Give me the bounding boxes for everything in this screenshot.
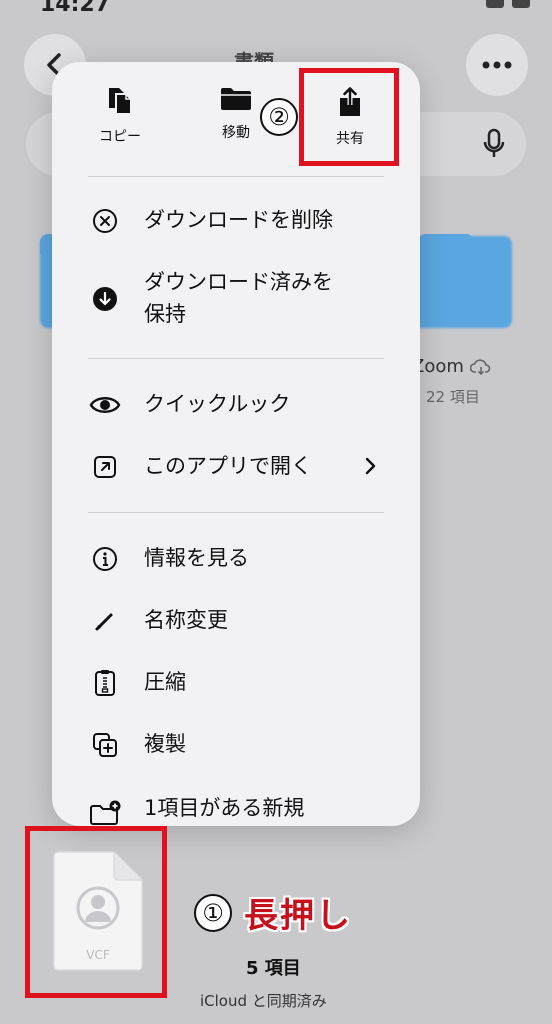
menu-item-label: 1項目がある新規	[144, 796, 305, 820]
status-time: 14:27	[40, 0, 111, 17]
signal-icon	[486, 0, 504, 8]
menu-item-label: 複製	[144, 732, 186, 756]
menu-item-label: このアプリで開く	[144, 454, 312, 478]
step-1-marker: ①	[194, 894, 232, 932]
folder-icon	[221, 88, 251, 110]
menu-item-label: 圧縮	[144, 670, 186, 694]
menu-item-rename[interactable]: 名称変更	[88, 604, 388, 638]
cloud-download-icon	[469, 358, 491, 375]
long-press-label: 長押し	[244, 896, 352, 936]
divider	[88, 512, 384, 513]
menu-item-keep-downloaded[interactable]: ダウンロード済みを 保持	[88, 266, 388, 330]
menu-item-label: 情報を見る	[144, 546, 249, 570]
menu-item-remove-download[interactable]: ダウンロードを削除	[88, 204, 388, 238]
menu-item-new-folder-with-item[interactable]: 1項目がある新規	[88, 792, 388, 826]
mic-icon[interactable]	[482, 128, 506, 160]
zip-icon	[95, 670, 115, 696]
new-folder-icon	[90, 800, 121, 825]
folder-count: 22 項目	[426, 388, 480, 406]
chevron-right-icon	[365, 457, 376, 475]
menu-item-label: クイックルック	[144, 392, 291, 416]
sync-status: iCloud と同期済み	[200, 992, 327, 1010]
menu-item-compress[interactable]: 圧縮	[88, 666, 388, 700]
folder-name: Zoom	[412, 356, 492, 377]
info-icon	[93, 547, 117, 571]
divider	[88, 176, 384, 177]
status-bar: 14:27	[0, 0, 552, 20]
folder-zoom[interactable]	[412, 236, 512, 328]
download-circle-icon	[93, 287, 117, 311]
divider	[88, 358, 384, 359]
menu-item-label: ダウンロード済みを 保持	[144, 270, 333, 326]
highlight-file	[25, 826, 167, 998]
battery-icon	[512, 0, 530, 8]
x-circle-icon	[93, 209, 117, 233]
pencil-icon	[95, 613, 113, 631]
context-menu: コピー 移動 共有 ダウンロードを削除 ダウンロード済みを 保持 クイックルック…	[52, 62, 420, 826]
doc-copy-icon	[109, 88, 132, 115]
menu-item-duplicate[interactable]: 複製	[88, 728, 388, 762]
step-2-marker: ②	[260, 98, 298, 136]
copy-label: コピー	[99, 129, 141, 145]
open-external-icon	[94, 456, 116, 478]
file-count: 5 項目	[246, 958, 301, 979]
menu-item-open-in-app[interactable]: このアプリで開く	[88, 450, 388, 484]
duplicate-icon	[93, 733, 117, 757]
eye-icon	[89, 397, 121, 413]
menu-item-quick-look[interactable]: クイックルック	[88, 388, 388, 422]
menu-item-label: ダウンロードを削除	[144, 208, 333, 232]
more-button[interactable]	[466, 34, 528, 96]
highlight-share	[299, 68, 399, 166]
copy-button[interactable]: コピー	[70, 86, 170, 166]
status-icons	[486, 0, 530, 8]
ellipsis-icon	[482, 61, 512, 69]
menu-item-get-info[interactable]: 情報を見る	[88, 542, 388, 576]
move-label: 移動	[222, 125, 250, 141]
menu-item-label: 名称変更	[144, 608, 228, 632]
